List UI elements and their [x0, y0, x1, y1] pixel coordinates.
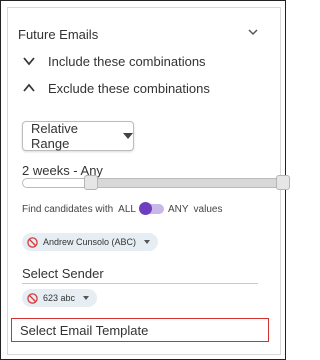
- exclude-combinations-label: Exclude these combinations: [48, 80, 210, 96]
- relative-range-dropdown[interactable]: Relative Range: [22, 121, 134, 151]
- sender-chip[interactable]: 623 abc: [22, 289, 98, 307]
- include-combinations-label: Include these combinations: [48, 53, 206, 69]
- ban-icon: [27, 292, 38, 304]
- slider-max-handle[interactable]: [276, 175, 290, 190]
- candidate-chip[interactable]: Andrew Cunsolo (ABC): [22, 233, 159, 251]
- chevron-up-icon: [23, 83, 35, 92]
- caret-down-icon: [83, 296, 90, 300]
- panel-title: Future Emails: [18, 27, 99, 42]
- sender-chip-label: 623 abc: [43, 293, 76, 303]
- caret-down-icon: [123, 133, 133, 139]
- find-candidates-row: Find candidates with ALL ANY values: [22, 202, 222, 216]
- chevron-down-icon[interactable]: [246, 25, 260, 39]
- any-label: ANY: [167, 203, 189, 215]
- all-any-toggle[interactable]: [138, 202, 164, 215]
- slider-track-empty: [22, 178, 92, 188]
- include-combinations-toggle[interactable]: Include these combinations: [22, 51, 206, 71]
- select-email-template-label: Select Email Template: [20, 322, 149, 338]
- chevron-down-icon: [23, 57, 35, 66]
- toggle-knob: [138, 202, 152, 215]
- select-sender-underline: [22, 283, 258, 284]
- ban-icon: [27, 236, 38, 248]
- range-slider[interactable]: [22, 175, 290, 190]
- select-sender-label[interactable]: Select Sender: [22, 266, 104, 281]
- all-label: ALL: [118, 203, 136, 215]
- candidate-chip-label: Andrew Cunsolo (ABC): [43, 237, 137, 247]
- relative-range-label: Relative Range: [31, 121, 78, 151]
- find-prefix-text: Find candidates with: [22, 203, 114, 215]
- select-email-template-field[interactable]: Select Email Template: [11, 318, 269, 342]
- slider-min-handle[interactable]: [84, 175, 98, 190]
- exclude-combinations-toggle[interactable]: Exclude these combinations: [22, 78, 210, 98]
- caret-down-icon: [144, 240, 151, 244]
- find-suffix-text: values: [193, 203, 223, 215]
- slider-track-selected: [92, 178, 282, 188]
